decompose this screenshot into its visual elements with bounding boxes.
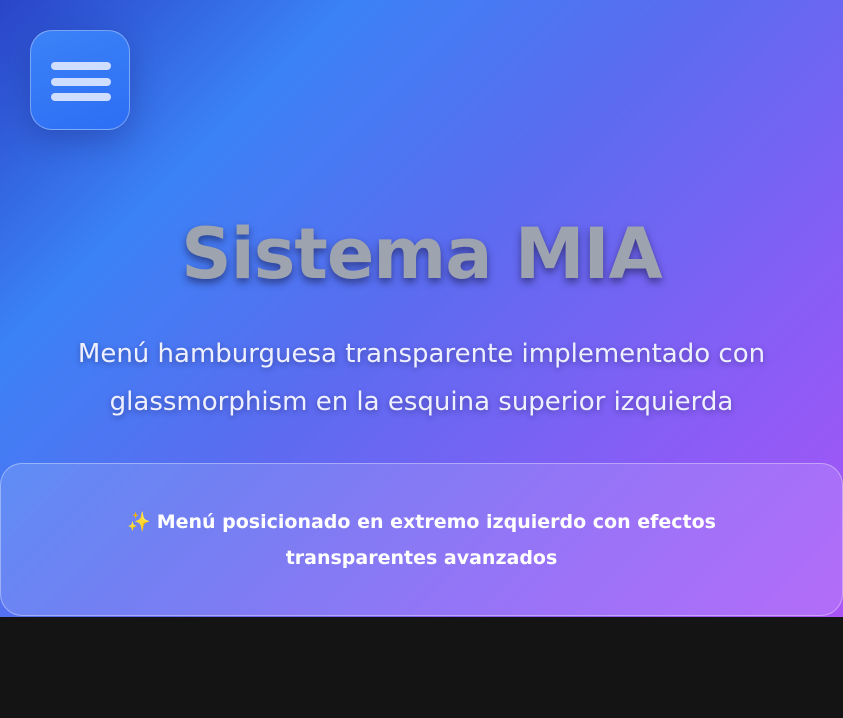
sparkles-icon: ✨ [127, 510, 151, 533]
footer-area [0, 617, 843, 718]
page-title: Sistema MIA [181, 213, 662, 295]
info-card-text-wrapper: ✨ Menú posicionado en extremo izquierdo c… [62, 504, 782, 576]
hamburger-icon-bar-top [51, 62, 111, 70]
hero-section: Sistema MIA Menú hamburguesa transparent… [0, 0, 843, 617]
page-subtitle: Menú hamburguesa transparente implementa… [77, 339, 766, 417]
hamburger-icon-bar-middle [51, 78, 111, 86]
info-card: ✨ Menú posicionado en extremo izquierdo c… [0, 463, 843, 616]
info-card-text: Menú posicionado en extremo izquierdo co… [156, 510, 716, 569]
hamburger-menu-button[interactable] [30, 30, 130, 130]
hamburger-icon-bar-bottom [51, 93, 111, 101]
